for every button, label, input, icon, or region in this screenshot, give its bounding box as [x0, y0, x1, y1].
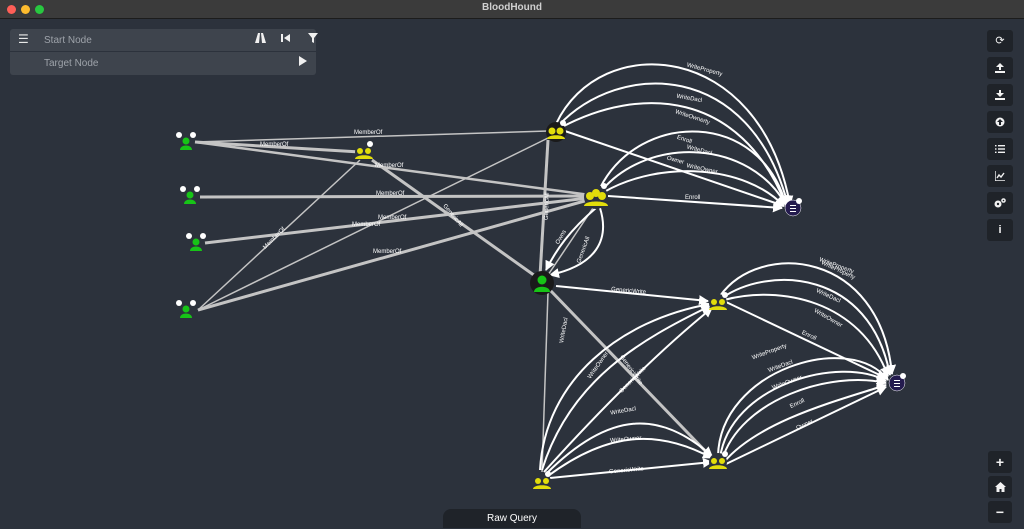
user-node[interactable]	[176, 300, 196, 319]
edge-label: GenericAll	[544, 192, 551, 220]
user-node-selected[interactable]	[530, 271, 554, 295]
edge-label: WriteDacl	[610, 406, 637, 416]
edge-label: Enroll	[801, 330, 817, 342]
edge-label: Owner	[666, 156, 685, 166]
plus-icon[interactable]: +	[988, 451, 1012, 473]
edge-label: MemberOf	[378, 215, 407, 221]
edge-label: WriteDacl	[815, 288, 841, 304]
edge-label: MemberOf	[373, 249, 402, 255]
group-node[interactable]	[355, 141, 373, 161]
cert-template-node[interactable]	[888, 373, 906, 392]
edge-label: MemberOf	[354, 130, 383, 136]
edge-label: WriteOwner	[610, 436, 642, 445]
window-title: BloodHound	[482, 2, 542, 13]
group-node[interactable]	[546, 120, 566, 142]
edge-label: GenericWrite	[609, 466, 645, 475]
edge-label: WriteOwner	[813, 308, 843, 329]
import-icon[interactable]	[987, 111, 1013, 133]
query-list-icon[interactable]	[987, 138, 1013, 160]
edge-label: WriteOwnerty	[674, 109, 710, 126]
group-node[interactable]	[533, 471, 551, 491]
bottom-template-edges	[717, 262, 897, 465]
edge-label: MemberOf	[352, 222, 381, 228]
memberof-edges	[194, 130, 714, 473]
settings-icon[interactable]	[987, 192, 1013, 214]
edge-label: WriteOwner	[771, 375, 803, 391]
title-bar: BloodHound	[0, 0, 1024, 19]
minus-icon[interactable]: −	[988, 501, 1012, 523]
group-node[interactable]	[709, 292, 728, 312]
edge-label: WriteDacl	[676, 94, 703, 104]
edge-label: GenericAll	[576, 236, 591, 264]
group-node[interactable]	[709, 451, 728, 471]
user-node[interactable]	[180, 186, 200, 205]
user-node[interactable]	[186, 233, 206, 252]
download-icon[interactable]	[987, 84, 1013, 106]
raw-query-button[interactable]: Raw Query	[443, 509, 581, 528]
group-node[interactable]	[584, 183, 608, 209]
edge-label: MemberOf	[260, 142, 289, 148]
edge-label: MemberOf	[262, 226, 287, 251]
home-icon[interactable]	[988, 476, 1012, 498]
edge-label: Owner	[796, 419, 815, 432]
edge-label: Enroll	[789, 398, 805, 410]
user-node[interactable]	[176, 132, 196, 151]
refresh-icon[interactable]: ⟳	[987, 30, 1013, 52]
upload-icon[interactable]	[987, 57, 1013, 79]
edge-label: WriteProperty	[751, 343, 787, 361]
edge-label: WriteDacl	[686, 145, 713, 158]
edge-label: GenericWrite	[611, 287, 647, 296]
edge-label: WriteDacl	[559, 317, 569, 344]
chart-icon[interactable]	[987, 165, 1013, 187]
graph-canvas[interactable]: MemberOf MemberOf MemberOf MemberOf Memb…	[0, 19, 1024, 509]
edge-label: MemberOf	[375, 163, 404, 169]
info-icon[interactable]: i	[987, 219, 1013, 241]
edge-label: MemberOf	[376, 191, 405, 197]
edge-label: Enroll	[685, 195, 700, 201]
edge-label: Enroll	[676, 135, 692, 145]
